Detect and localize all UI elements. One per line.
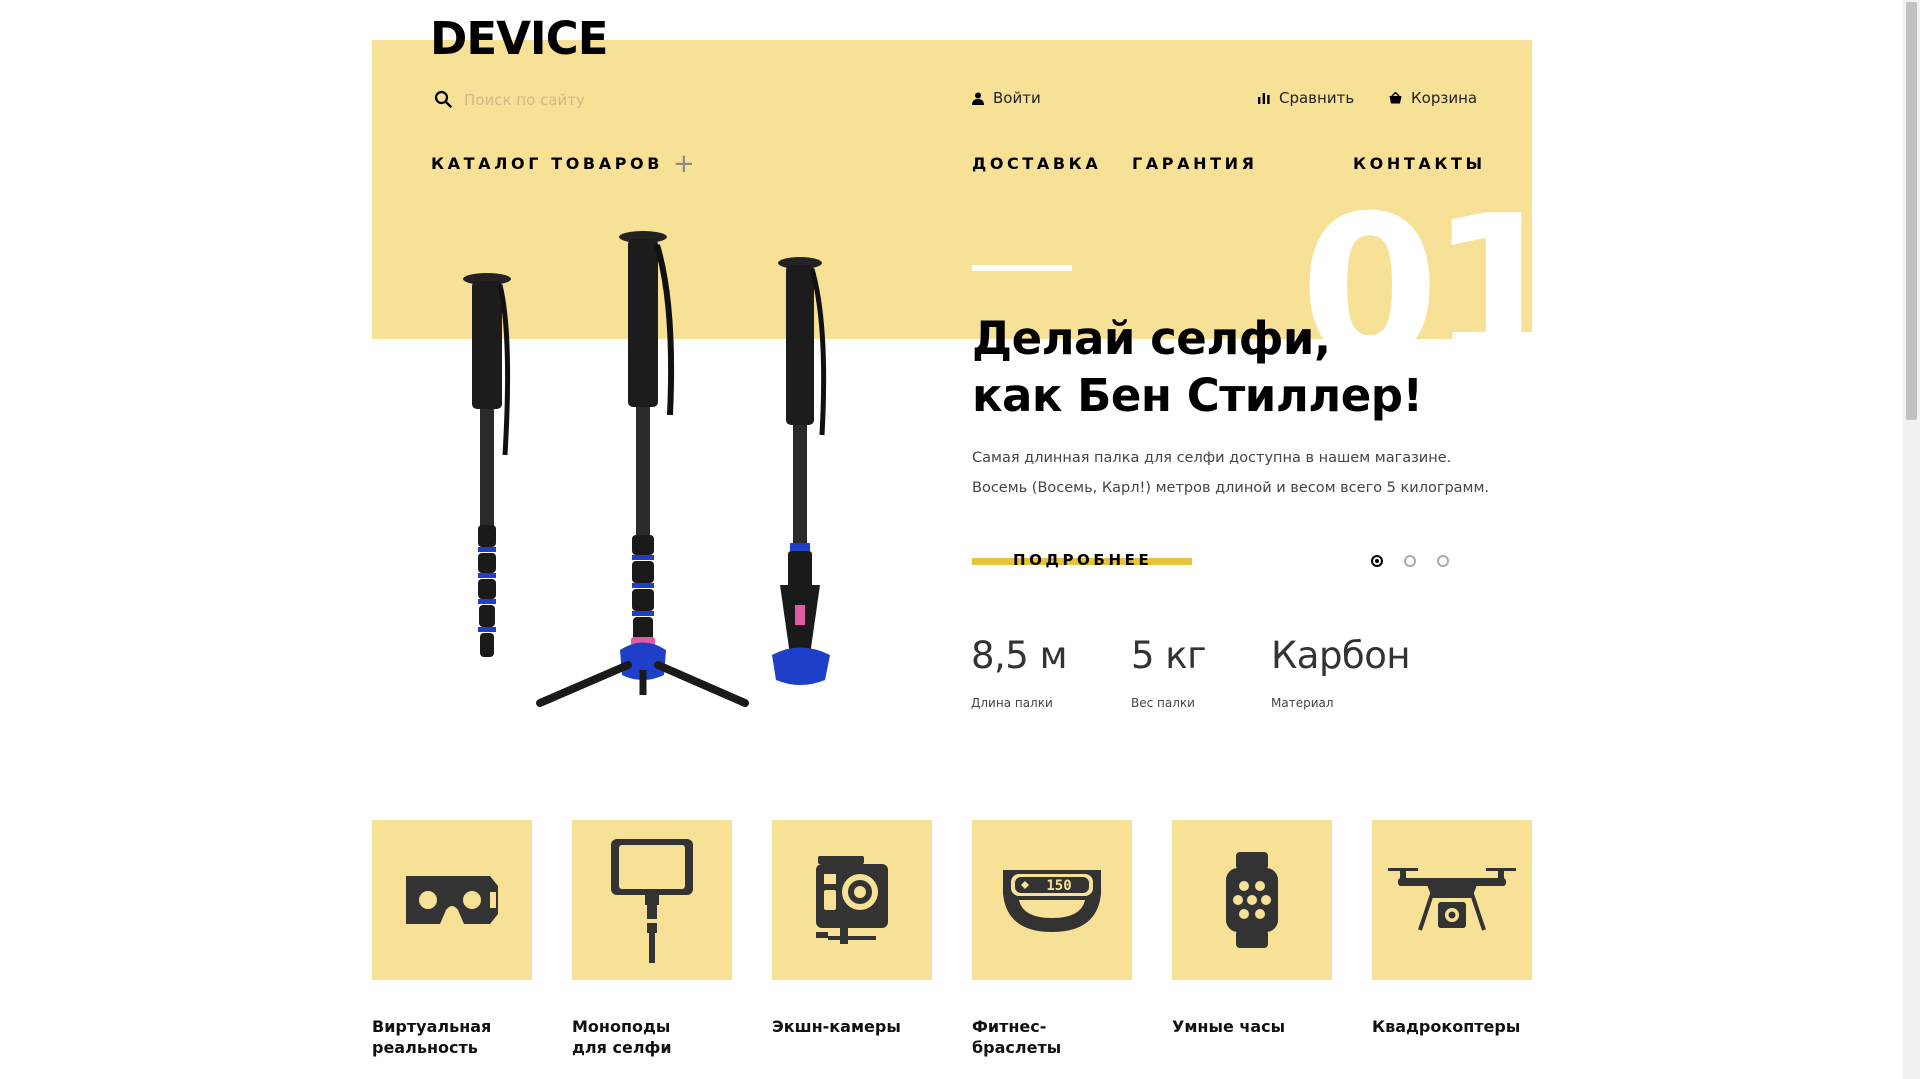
more-button[interactable]: ПОДРОБНЕЕ — [972, 548, 1192, 573]
spec-material-label: Материал — [1271, 696, 1334, 710]
drone-icon — [1388, 868, 1516, 931]
hero-title-line-2: как Бен Стиллер! — [972, 369, 1423, 422]
selfie-stick-icon — [611, 839, 693, 963]
fitness-band-screen-text: 150 — [1046, 878, 1071, 894]
compare-label: Сравнить — [1279, 89, 1355, 107]
monopod-middle — [536, 231, 749, 707]
scrollbar-thumb[interactable] — [1906, 2, 1917, 420]
hero-title: Делай селфи, как Бен Стиллер! — [972, 310, 1492, 424]
search-icon[interactable] — [434, 90, 452, 108]
hero-title-line-1: Делай селфи, — [972, 312, 1331, 365]
compare-link[interactable]: Сравнить — [1258, 89, 1354, 107]
category-smart-watches-name: Умные часы — [1172, 1017, 1286, 1036]
login-link[interactable]: Войти — [972, 89, 1041, 107]
action-camera-icon — [816, 856, 888, 944]
category-smart-watches-tile — [1172, 820, 1332, 980]
hero-dash-decoration — [972, 265, 1072, 271]
more-button-label: ПОДРОБНЕЕ — [1013, 551, 1153, 569]
monopods-product-image — [463, 231, 830, 707]
category-drones-tile — [1372, 820, 1532, 980]
search-input[interactable] — [464, 88, 724, 112]
slider-dot-1[interactable] — [1371, 555, 1383, 567]
hero-description-line-2: Восемь (Восемь, Карл!) метров длиной и в… — [972, 480, 1490, 496]
compare-bars-icon — [1258, 92, 1270, 104]
category-action-cameras-name: Экшн-камеры — [772, 1017, 901, 1036]
login-label: Войти — [993, 89, 1041, 107]
category-drones[interactable]: Квадрокоптеры — [1372, 820, 1532, 1037]
category-action-cameras[interactable]: Экшн-камеры — [772, 820, 932, 1037]
plus-icon: + — [673, 149, 695, 179]
hero-description: Самая длинная палка для селфи доступна в… — [972, 443, 1532, 503]
nav-catalog[interactable]: КАТАЛОГ ТОВАРОВ + — [431, 149, 695, 179]
category-vr-name: Виртуальная реальность — [372, 1017, 492, 1057]
vr-headset-icon — [406, 876, 498, 924]
spec-material-value: Карбон — [1271, 634, 1411, 677]
nav-contacts[interactable]: КОНТАКТЫ — [1353, 154, 1486, 174]
spec-weight-value: 5 кг — [1131, 634, 1207, 677]
category-vr[interactable]: Виртуальная реальность — [372, 820, 532, 1058]
category-fitness-bands[interactable]: 150 Фитнес-браслеты — [972, 820, 1132, 1058]
cart-link[interactable]: Корзина — [1389, 89, 1477, 107]
nav-catalog-label: КАТАЛОГ ТОВАРОВ — [431, 154, 664, 173]
nav-delivery[interactable]: ДОСТАВКА — [972, 154, 1101, 174]
category-action-cameras-tile — [772, 820, 932, 980]
category-drones-name: Квадрокоптеры — [1372, 1017, 1521, 1036]
monopod-right — [772, 257, 830, 685]
category-vr-tile — [372, 820, 532, 980]
spec-length-label: Длина палки — [971, 696, 1053, 710]
slider-dot-3[interactable] — [1437, 555, 1449, 567]
spec-weight-label: Вес палки — [1131, 696, 1195, 710]
spec-weight: 5 кг Вес палки — [1131, 634, 1207, 711]
basket-icon — [1389, 92, 1402, 104]
slider-dot-2[interactable] — [1404, 555, 1416, 567]
category-smart-watches[interactable]: Умные часы — [1172, 820, 1332, 1037]
nav-warranty[interactable]: ГАРАНТИЯ — [1132, 154, 1258, 174]
hero-description-line-1: Самая длинная палка для селфи доступна в… — [972, 450, 1452, 466]
category-monopods[interactable]: Моноподы для селфи — [572, 820, 732, 1058]
spec-length-value: 8,5 м — [971, 634, 1068, 677]
smart-watch-icon — [1226, 852, 1278, 948]
spec-length: 8,5 м Длина палки — [971, 634, 1068, 711]
fitness-band-icon: 150 — [1003, 870, 1101, 932]
spec-material: Карбон Материал — [1271, 634, 1411, 711]
category-fitness-bands-name: Фитнес-браслеты — [972, 1017, 1062, 1057]
category-fitness-bands-tile: 150 — [972, 820, 1132, 980]
category-monopods-tile — [572, 820, 732, 980]
category-monopods-name: Моноподы для селфи — [572, 1017, 672, 1057]
logo[interactable]: DEVICE — [430, 14, 608, 64]
monopod-left — [463, 273, 511, 657]
user-icon — [972, 92, 984, 105]
cart-label: Корзина — [1411, 89, 1478, 107]
